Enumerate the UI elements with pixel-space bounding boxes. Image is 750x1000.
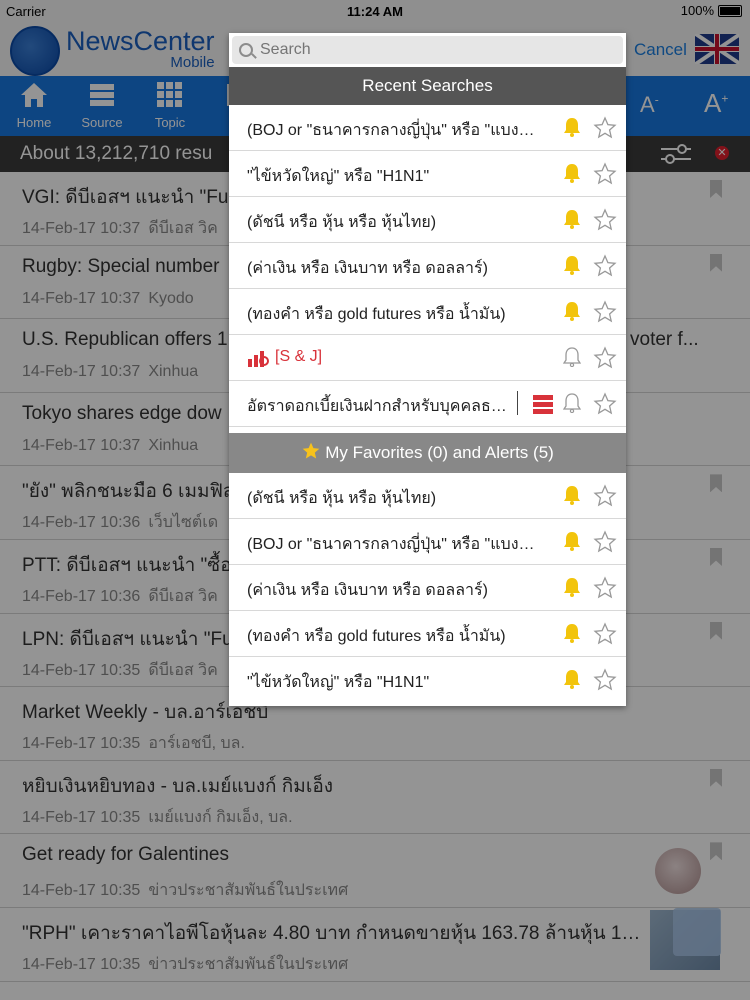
recent-search-item[interactable]: (ดัชนี หรือ หุ้น หรือ หุ้นไทย) <box>229 197 626 243</box>
favorite-item[interactable]: (ค่าเงิน หรือ เงินบาท หรือ ดอลลาร์) <box>229 565 626 611</box>
recent-search-text: (BOJ or "ธนาคารกลางญี่ปุ่น" หรือ "แบงค์ช… <box>247 122 537 139</box>
recent-search-item[interactable]: (BOJ or "ธนาคารกลางญี่ปุ่น" หรือ "แบงค์ช… <box>229 105 626 151</box>
recent-search-item[interactable]: (ค่าเงิน หรือ เงินบาท หรือ ดอลลาร์) <box>229 243 626 289</box>
bell-alert-icon[interactable] <box>563 669 581 689</box>
star-favorite-icon[interactable] <box>593 300 617 324</box>
search-icon <box>239 43 253 57</box>
favorite-item[interactable]: (ดัชนี หรือ หุ้น หรือ หุ้นไทย) <box>229 473 626 519</box>
favorite-text: (ค่าเงิน หรือ เงินบาท หรือ ดอลลาร์) <box>247 582 488 599</box>
favorite-item[interactable]: (BOJ or "ธนาคารกลางญี่ปุ่น" หรือ "แบงค์ช… <box>229 519 626 565</box>
favorite-text: "ไข้หวัดใหญ่" หรือ "H1N1" <box>247 674 430 691</box>
category-list-icon <box>533 395 553 414</box>
favorite-text: (ดัชนี หรือ หุ้น หรือ หุ้นไทย) <box>247 490 437 507</box>
bell-alert-icon[interactable] <box>563 623 581 643</box>
star-favorite-icon[interactable] <box>593 530 617 554</box>
star-favorite-icon[interactable] <box>593 668 617 692</box>
bell-off-icon[interactable] <box>563 393 581 413</box>
bell-alert-icon[interactable] <box>563 485 581 505</box>
favorite-item[interactable]: (ทองคำ หรือ gold futures หรือ น้ำมัน) <box>229 611 626 657</box>
bell-alert-icon[interactable] <box>563 301 581 321</box>
favorite-text: (BOJ or "ธนาคารกลางญี่ปุ่น" หรือ "แบงค์ช… <box>247 536 537 553</box>
bell-alert-icon[interactable] <box>563 255 581 275</box>
recent-search-item[interactable]: อัตราดอกเบี้ยเงินฝากสำหรับบุคคลธรรมดา <box>229 381 626 427</box>
recent-search-item[interactable]: [S & J] <box>229 335 626 381</box>
favorite-text: (ทองคำ หรือ gold futures หรือ น้ำมัน) <box>247 628 506 645</box>
star-favorite-icon[interactable] <box>593 622 617 646</box>
bell-alert-icon[interactable] <box>563 577 581 597</box>
star-favorite-icon[interactable] <box>593 254 617 278</box>
bell-alert-icon[interactable] <box>563 163 581 183</box>
recent-search-text: "ไข้หวัดใหญ่" หรือ "H1N1" <box>247 168 430 185</box>
recent-search-item[interactable]: "ไข้หวัดใหญ่" หรือ "H1N1" <box>229 151 626 197</box>
search-input[interactable] <box>232 36 623 64</box>
recent-search-text: (ดัชนี หรือ หุ้น หรือ หุ้นไทย) <box>247 214 437 231</box>
star-favorite-icon[interactable] <box>593 576 617 600</box>
bell-alert-icon[interactable] <box>563 117 581 137</box>
favorites-alerts-header: My Favorites (0) and Alerts (5) <box>229 433 626 473</box>
bell-alert-icon[interactable] <box>563 531 581 551</box>
star-favorite-icon[interactable] <box>593 116 617 140</box>
star-favorite-icon[interactable] <box>593 484 617 508</box>
recent-search-text: อัตราดอกเบี้ยเงินฝากสำหรับบุคคลธรรมดา <box>247 398 509 415</box>
star-filled-icon <box>302 442 320 459</box>
recent-searches-header: Recent Searches <box>229 67 626 105</box>
recent-search-text: (ค่าเงิน หรือ เงินบาท หรือ ดอลลาร์) <box>247 260 488 277</box>
bell-alert-icon[interactable] <box>563 209 581 229</box>
divider <box>517 391 518 415</box>
favorite-item[interactable]: "ไข้หวัดใหญ่" หรือ "H1N1" <box>229 657 626 703</box>
star-favorite-icon[interactable] <box>593 162 617 186</box>
favorites-alerts-title: My Favorites (0) and Alerts (5) <box>325 443 554 462</box>
stock-chart-icon <box>248 351 269 367</box>
star-favorite-icon[interactable] <box>593 392 617 416</box>
recent-search-text: [S & J] <box>275 348 323 365</box>
star-favorite-icon[interactable] <box>593 208 617 232</box>
star-favorite-icon[interactable] <box>593 346 617 370</box>
bell-off-icon[interactable] <box>563 347 581 367</box>
search-panel: Recent Searches (BOJ or "ธนาคารกลางญี่ปุ… <box>229 33 626 706</box>
recent-search-item[interactable]: (ทองคำ หรือ gold futures หรือ น้ำมัน) <box>229 289 626 335</box>
recent-search-text: (ทองคำ หรือ gold futures หรือ น้ำมัน) <box>247 306 506 323</box>
